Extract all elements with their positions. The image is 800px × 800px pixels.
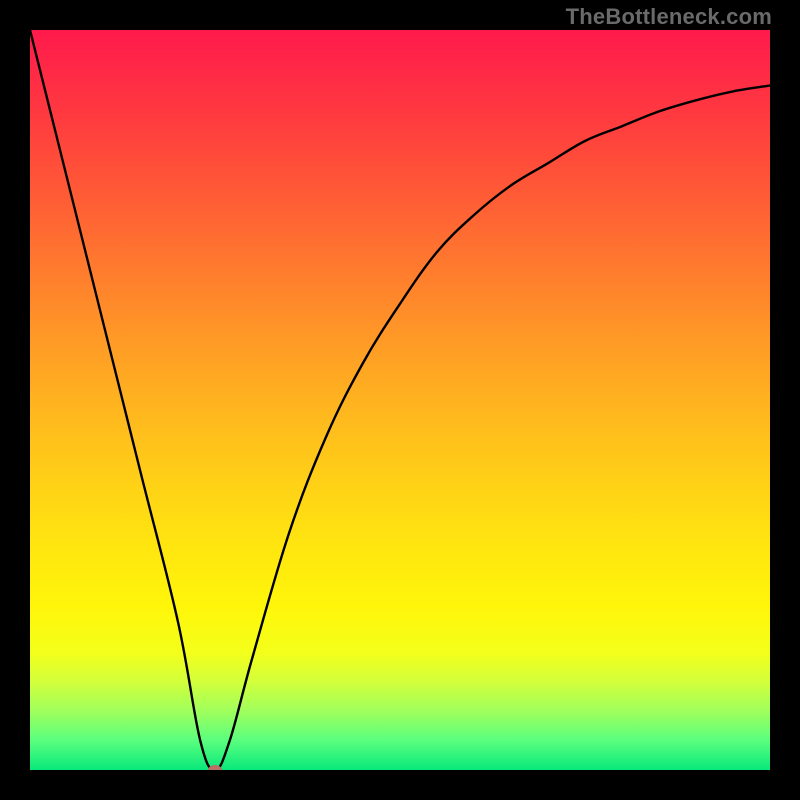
chart-frame: TheBottleneck.com [0,0,800,800]
watermark-text: TheBottleneck.com [566,4,772,30]
chart-plot-area [30,30,770,770]
